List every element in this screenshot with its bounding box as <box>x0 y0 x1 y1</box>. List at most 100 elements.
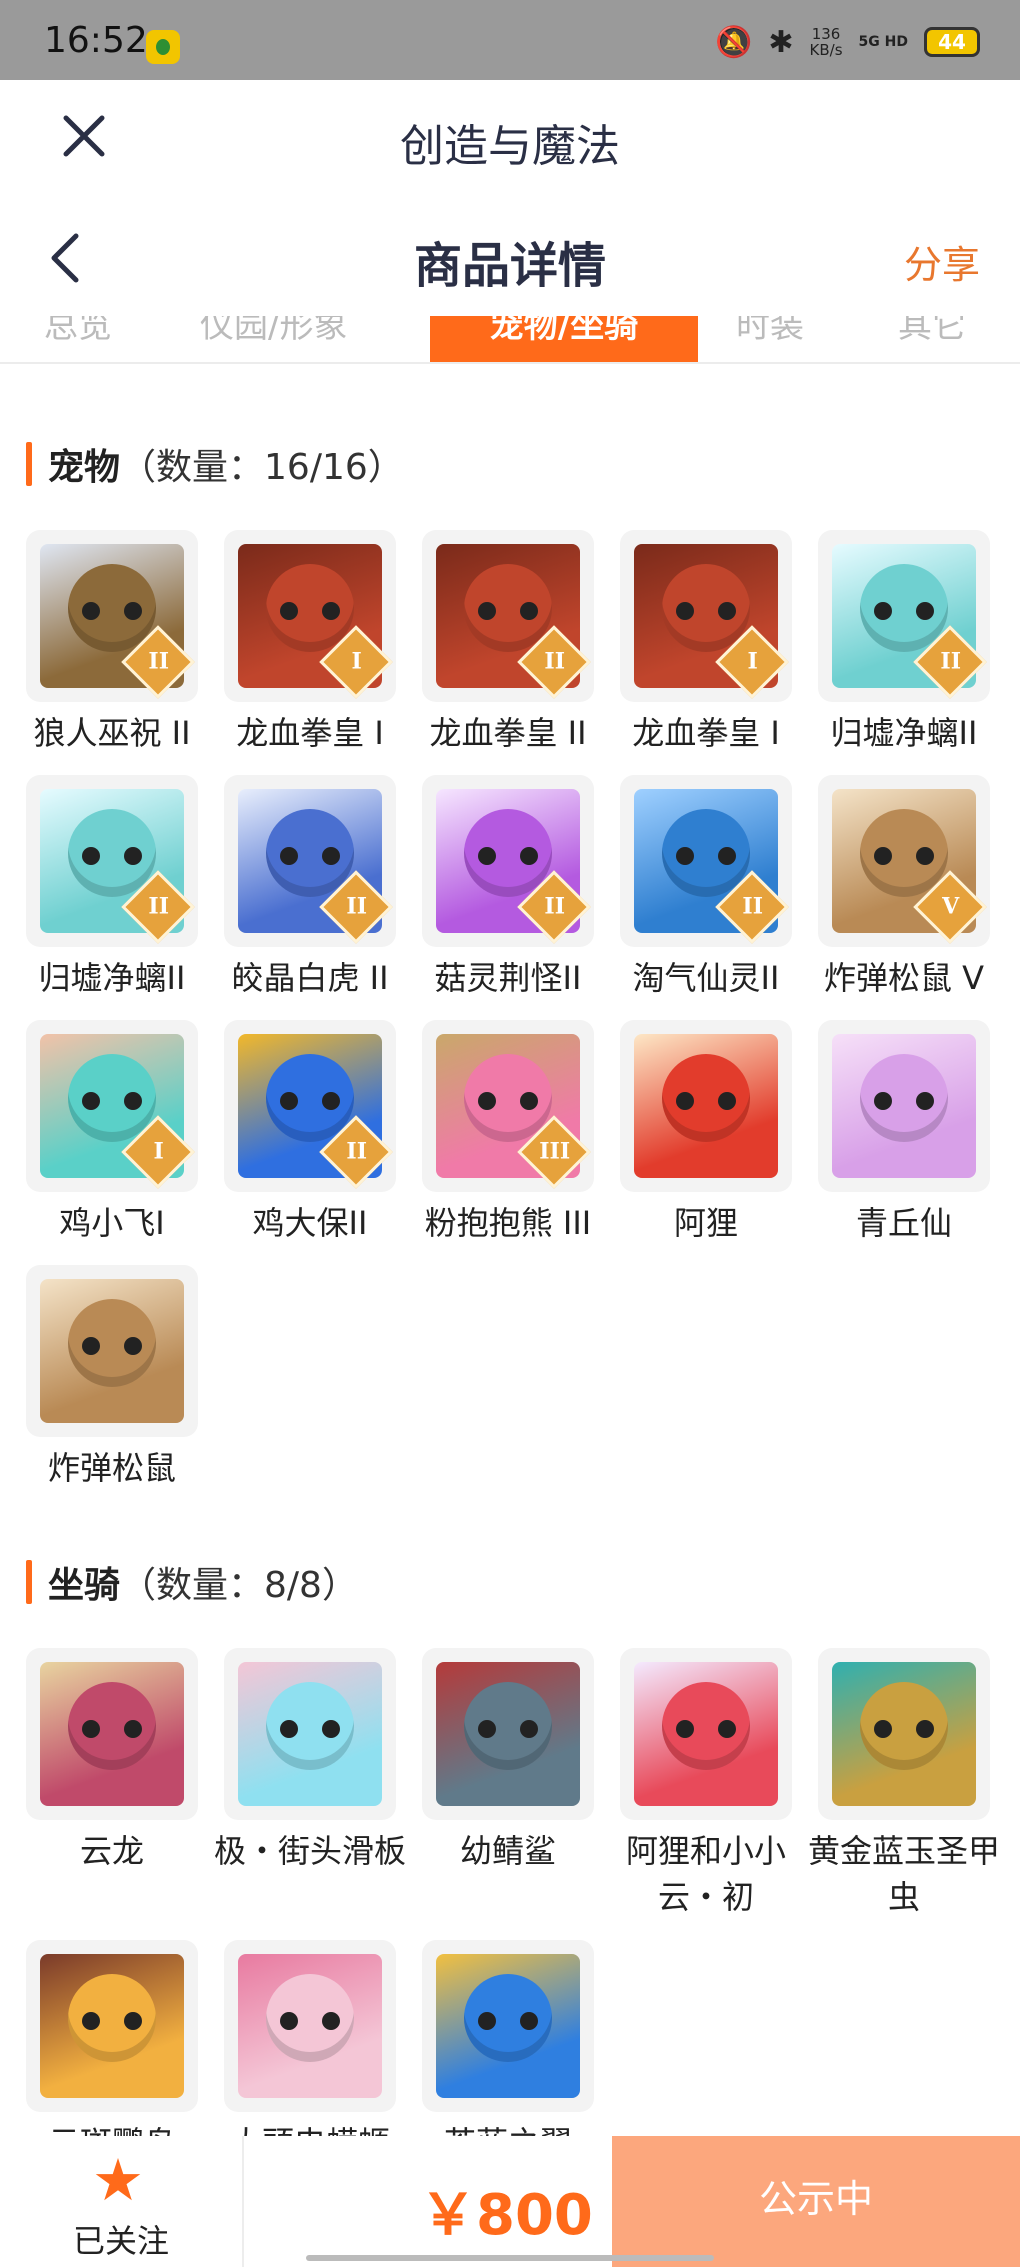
tab-fashion[interactable]: 时装 <box>736 316 804 347</box>
item-art-eye <box>718 1092 736 1110</box>
mount-item[interactable]: 大頭电蝾螈 <box>224 1940 396 2136</box>
item-art-eye <box>478 847 496 865</box>
pet-item[interactable]: I 龙血拳皇 I <box>224 530 396 756</box>
tab-overview[interactable]: 总览 <box>44 316 112 347</box>
mount-item[interactable]: 苍蓝之翼 <box>422 1940 594 2136</box>
item-thumbnail: II <box>26 775 198 947</box>
pet-item[interactable]: II 皎晶白虎 II <box>224 775 396 1001</box>
item-art-head <box>68 1682 156 1770</box>
item-label: 归墟净螭II <box>830 714 978 752</box>
tier-badge-text: III <box>539 1138 571 1165</box>
item-art-eye <box>916 847 934 865</box>
app-topbar: 创造与魔法 <box>0 80 1020 200</box>
item-art-eye <box>124 602 142 620</box>
item-label: 粉抱抱熊 III <box>424 1204 592 1242</box>
item-label: 大頭电蝾螈 <box>210 2120 410 2136</box>
tier-badge-text: II <box>148 648 170 675</box>
item-art-eye <box>124 1720 142 1738</box>
item-art-eye <box>82 1720 100 1738</box>
item-thumbnail: V <box>818 775 990 947</box>
battery-icon: 44 <box>924 27 980 57</box>
tier-badge-text: I <box>153 1138 164 1165</box>
net-speed: 136 KB/s <box>810 26 843 58</box>
item-label: 云斑鹦鸟 <box>12 2120 212 2136</box>
pet-item[interactable]: I 龙血拳皇 I <box>620 530 792 756</box>
item-art-eye <box>874 602 892 620</box>
tier-badge-text: II <box>346 1138 368 1165</box>
item-art <box>832 1034 976 1178</box>
pet-item[interactable]: III 粉抱抱熊 III <box>422 1020 594 1246</box>
item-label: 炸弹松鼠 V <box>823 959 985 997</box>
tier-badge-text: II <box>544 893 566 920</box>
tier-badge-text: I <box>747 648 758 675</box>
item-label: 极・街头滑板 <box>213 1832 406 1870</box>
follow-button[interactable]: ★ 已关注 <box>0 2136 244 2267</box>
item-thumbnail: I <box>620 530 792 702</box>
pet-item[interactable]: II 鸡大保II <box>224 1020 396 1246</box>
mount-item[interactable]: 阿狸和小小云・初 <box>620 1648 792 1920</box>
app-notification-icon <box>146 30 180 64</box>
item-thumbnail <box>224 1940 396 2112</box>
item-art-eye <box>718 1720 736 1738</box>
item-thumbnail <box>26 1648 198 1820</box>
item-art-eye <box>676 1720 694 1738</box>
section-accent-bar <box>26 442 32 486</box>
item-art-eye <box>82 602 100 620</box>
item-thumbnail: II <box>224 1020 396 1192</box>
mount-item[interactable]: 云龙 <box>26 1648 198 1874</box>
mount-item[interactable]: 云斑鹦鸟 <box>26 1940 198 2136</box>
item-thumbnail <box>26 1940 198 2112</box>
item-art-eye <box>520 847 538 865</box>
pet-item[interactable]: 阿狸 <box>620 1020 792 1246</box>
item-thumbnail: II <box>422 530 594 702</box>
item-art-head <box>464 1974 552 2062</box>
pet-item[interactable]: II 菇灵荆怪II <box>422 775 594 1001</box>
item-art <box>634 1662 778 1806</box>
item-label: 阿狸 <box>673 1204 738 1242</box>
item-art-eye <box>124 847 142 865</box>
item-thumbnail: II <box>224 775 396 947</box>
status-indicators: 🔕 ✱ 136 KB/s 5G HD 44 <box>715 22 980 62</box>
pet-item[interactable]: II 归墟净螭II <box>26 775 198 1001</box>
mount-item[interactable]: 幼鲭鲨 <box>422 1648 594 1874</box>
item-art-eye <box>280 602 298 620</box>
item-art-eye <box>124 1092 142 1110</box>
item-label: 黄金蓝玉圣甲虫 <box>807 1832 1000 1916</box>
pet-item[interactable]: 炸弹松鼠 <box>26 1265 198 1491</box>
page-navbar: 商品详情 分享 <box>0 200 1020 320</box>
pet-item[interactable]: II 龙血拳皇 II <box>422 530 594 756</box>
share-button[interactable]: 分享 <box>904 234 980 289</box>
tier-badge-text: I <box>351 648 362 675</box>
pet-item[interactable]: II 淘气仙灵II <box>620 775 792 1001</box>
item-art-head <box>860 1054 948 1142</box>
item-art-eye <box>280 1720 298 1738</box>
tab-other[interactable]: 其它 <box>898 316 966 347</box>
mounts-section-heading: 坐骑 （数量：8/8） <box>26 1558 358 1606</box>
mount-item[interactable]: 极・街头滑板 <box>214 1648 406 1874</box>
page-title: 商品详情 <box>413 238 606 294</box>
pet-item[interactable]: II 归墟净螭II <box>818 530 990 756</box>
section-accent-bar <box>26 1560 32 1604</box>
pet-item[interactable]: I 鸡小飞I <box>26 1020 198 1246</box>
status-time: 16:52 <box>44 20 148 61</box>
item-art-eye <box>322 2012 340 2030</box>
follow-label: 已关注 <box>72 2222 169 2260</box>
item-art-eye <box>874 847 892 865</box>
item-art-eye <box>916 1092 934 1110</box>
pet-item[interactable]: II 狼人巫祝 II <box>26 530 198 756</box>
item-art-eye <box>916 602 934 620</box>
item-thumbnail: II <box>422 775 594 947</box>
item-thumbnail <box>224 1648 396 1820</box>
star-icon: ★ <box>92 2146 144 2214</box>
item-thumbnail <box>26 1265 198 1437</box>
pet-item[interactable]: V 炸弹松鼠 V <box>818 775 990 1001</box>
item-label: 龙血拳皇 I <box>236 714 384 752</box>
status-button[interactable]: 公示中 <box>612 2136 1020 2267</box>
item-art-head <box>68 1974 156 2062</box>
tab-pets-mounts[interactable]: 宠物/坐骑 <box>430 316 698 362</box>
tab-appearance[interactable]: 仪园/形象 <box>200 316 347 347</box>
pet-item[interactable]: 青丘仙 <box>818 1020 990 1246</box>
item-thumbnail: II <box>620 775 792 947</box>
pets-section-title: 宠物 <box>48 447 121 488</box>
mount-item[interactable]: 黄金蓝玉圣甲虫 <box>808 1648 1000 1920</box>
